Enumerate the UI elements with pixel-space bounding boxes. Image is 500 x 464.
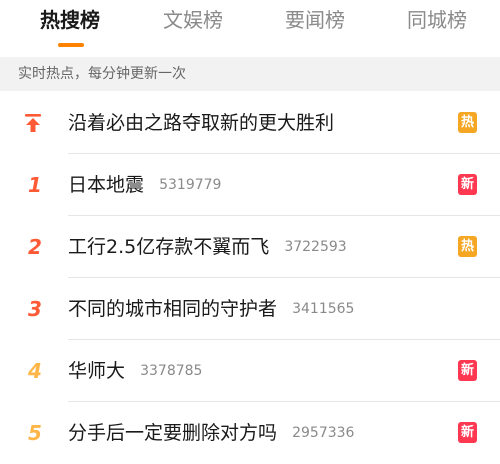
tab-hot-search[interactable]: 热搜榜 <box>40 7 100 33</box>
rank-number: 2 <box>28 235 42 259</box>
rank-number: 3 <box>28 297 42 321</box>
rank-number: 5 <box>28 421 42 445</box>
new-badge: 新 <box>458 360 477 381</box>
list-item-rank-5[interactable]: 5 分手后一定要删除对方吗 2957336 新 <box>0 402 500 464</box>
list-item-rank-2[interactable]: 2 工行2.5亿存款不翼而飞 3722593 热 <box>0 216 500 278</box>
topic-title: 分手后一定要删除对方吗 <box>68 422 278 444</box>
heat-count: 5319779 <box>159 177 222 193</box>
topic-title: 不同的城市相同的守护者 <box>68 298 278 320</box>
hot-badge: 热 <box>458 236 477 257</box>
topic-title: 工行2.5亿存款不翼而飞 <box>68 236 270 258</box>
list-item-rank-3[interactable]: 3 不同的城市相同的守护者 3411565 <box>0 278 500 340</box>
subheader-bar: 实时热点，每分钟更新一次 <box>0 57 500 91</box>
tab-entertainment[interactable]: 文娱榜 <box>163 7 223 33</box>
topic-title: 华师大 <box>68 360 126 382</box>
heat-count: 3378785 <box>140 363 203 379</box>
list-item-rank-1[interactable]: 1 日本地震 5319779 新 <box>0 154 500 216</box>
list-item-rank-4[interactable]: 4 华师大 3378785 新 <box>0 340 500 402</box>
tab-news[interactable]: 要闻榜 <box>285 7 345 33</box>
hot-badge: 热 <box>458 112 477 133</box>
list-item-pinned[interactable]: 沿着必由之路夺取新的更大胜利 热 <box>0 92 500 154</box>
new-badge: 新 <box>458 422 477 443</box>
tab-local[interactable]: 同城榜 <box>407 7 467 33</box>
heat-count: 3411565 <box>292 301 355 317</box>
topic-title: 沿着必由之路夺取新的更大胜利 <box>68 112 335 134</box>
pin-top-icon <box>25 114 41 132</box>
rank-number: 4 <box>28 359 42 383</box>
subheader-text: 实时热点，每分钟更新一次 <box>18 66 186 82</box>
heat-count: 3722593 <box>284 239 347 255</box>
active-tab-indicator <box>58 43 84 47</box>
new-badge: 新 <box>458 174 477 195</box>
topic-title: 日本地震 <box>68 174 145 196</box>
heat-count: 2957336 <box>292 425 355 441</box>
rank-number: 1 <box>28 173 42 197</box>
tab-bar: 热搜榜 文娱榜 要闻榜 同城榜 <box>0 0 500 50</box>
